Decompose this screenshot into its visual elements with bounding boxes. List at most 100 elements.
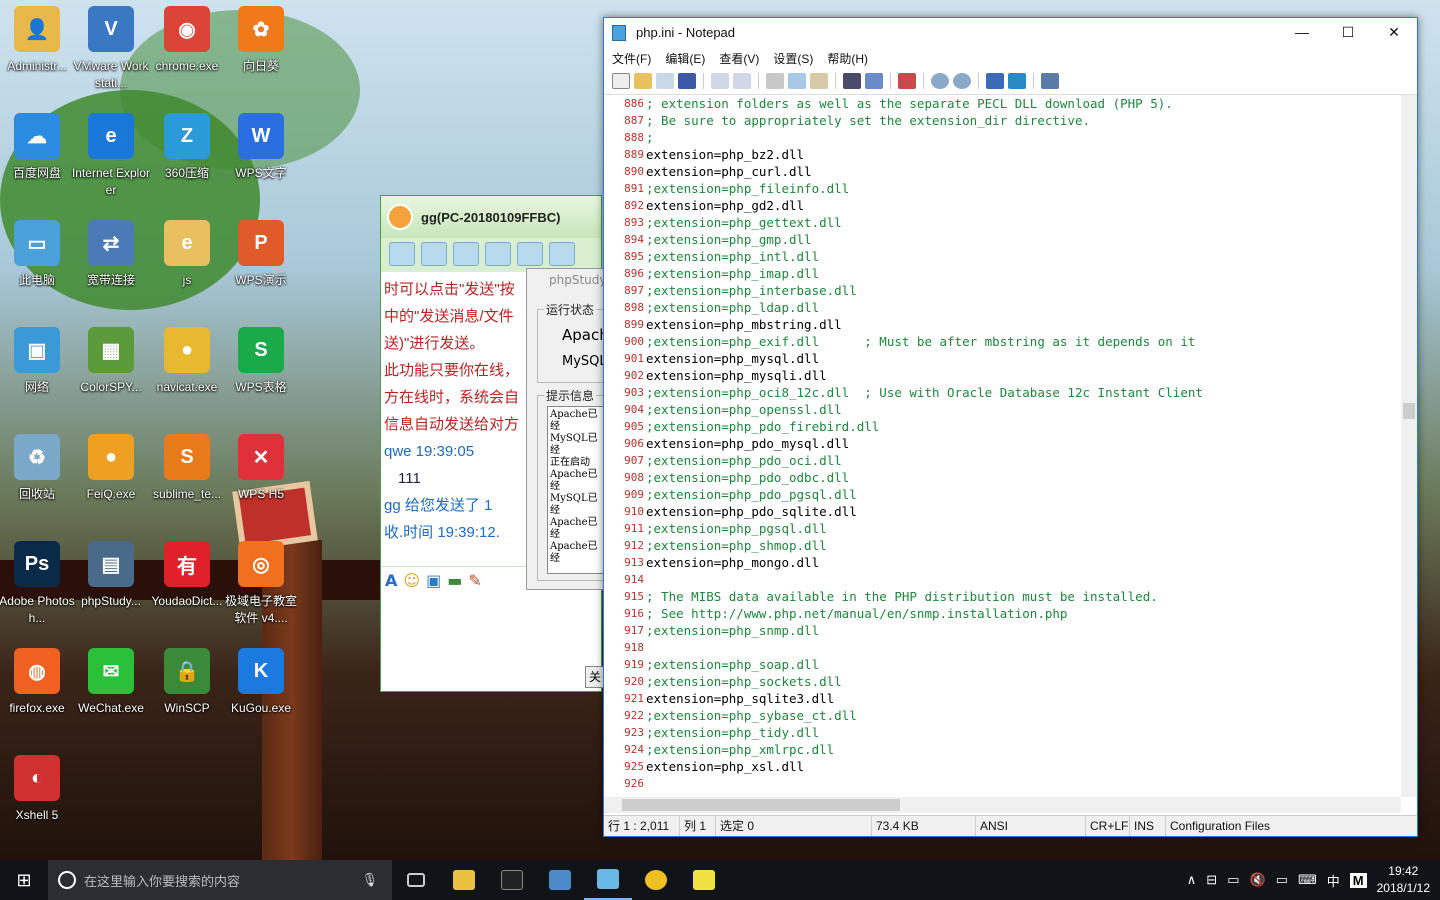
close-button[interactable]: ✕ [1371, 18, 1417, 47]
search-box[interactable]: 在这里输入你要搜索的内容 🎙 [48, 860, 392, 900]
app-icon: K [238, 648, 284, 694]
ime-mode-indicator[interactable]: M [1349, 872, 1367, 888]
send-folder-icon[interactable] [517, 242, 543, 266]
menu-item[interactable]: 查看(V) [719, 50, 759, 67]
phpstudy-taskbar-icon[interactable] [536, 860, 584, 900]
zoom-in-icon[interactable] [931, 73, 949, 89]
desktop-icon[interactable]: K KuGou.exe [224, 642, 298, 742]
replace-icon[interactable] [865, 73, 883, 89]
notepad-window[interactable]: php.ini - Notepad — ☐ ✕ 文件(F) 编辑(E) 查看(V) 设… [603, 17, 1418, 837]
desktop-icon[interactable]: ⇄ 宽带连接 [74, 214, 148, 314]
image-icon[interactable]: ▬ [447, 571, 462, 590]
send-file-icon[interactable] [485, 242, 511, 266]
vertical-scroll-thumb[interactable] [1403, 403, 1415, 419]
settings-icon[interactable] [1008, 73, 1026, 89]
save-icon[interactable] [678, 73, 696, 89]
remote-icon[interactable] [421, 242, 447, 266]
vertical-scrollbar[interactable] [1401, 95, 1417, 797]
display-icon[interactable]: ▭ [1276, 872, 1288, 888]
desktop-icon[interactable]: ☁ 百度网盘 [0, 107, 74, 207]
desktop-icon[interactable]: Z 360压缩 [150, 107, 224, 207]
desktop-icon[interactable]: Ps Adobe Photosh... [0, 535, 75, 635]
maximize-button[interactable]: ☐ [1325, 18, 1371, 47]
desktop-icon[interactable]: P WPS演示 [224, 214, 298, 314]
desktop-icon[interactable]: ▣ 网络 [0, 321, 74, 421]
line-text: ;extension=php_imap.dll [646, 266, 820, 281]
desktop-icon-label: 宽带连接 [86, 273, 135, 287]
keyboard-icon[interactable]: ⌨ [1298, 872, 1317, 888]
copy-icon[interactable] [788, 73, 806, 89]
emoji-icon[interactable]: ☺ [403, 571, 420, 590]
menu-item[interactable]: 设置(S) [773, 50, 813, 67]
desktop-icon[interactable]: e js [150, 214, 224, 314]
paste-icon[interactable] [810, 73, 828, 89]
new-file-icon[interactable] [612, 73, 630, 89]
desktop-icon[interactable]: ● FeiQ.exe [74, 428, 148, 528]
desktop-icon[interactable]: Ssublime_te... [150, 428, 224, 528]
open-folder-icon[interactable] [634, 73, 652, 89]
desktop-icon[interactable]: ● navicat.exe [150, 321, 224, 421]
phpstudy-window[interactable]: phpStudy 运行状态 Apach MySQL 提示信息 Apache已经 M… [526, 268, 609, 590]
network-icon[interactable]: ⊟ [1206, 872, 1217, 888]
goto-icon[interactable] [898, 73, 916, 89]
notepad-taskbar-icon[interactable] [584, 860, 632, 900]
minimize-button[interactable]: — [1279, 18, 1325, 47]
pin-icon[interactable] [1041, 73, 1059, 89]
find-icon[interactable] [843, 73, 861, 89]
screen-icon[interactable] [389, 242, 415, 266]
desktop-icon[interactable]: ◍ firefox.exe [0, 642, 74, 742]
desktop-icon[interactable]: ✉ WeChat.exe [74, 642, 148, 742]
desktop-icon[interactable]: 👤 Administr... [0, 0, 74, 100]
close-button[interactable]: 关 [585, 666, 605, 688]
desktop-icon[interactable]: S WPS表格 [224, 321, 298, 421]
desktop-icon[interactable]: 有 YoudaoDict... [150, 535, 224, 635]
desktop-icon[interactable]: 🔒 WinSCP [150, 642, 224, 742]
desktop-icon[interactable]: V VMware Workstati... [73, 0, 149, 100]
desktop-icon[interactable]: ▦ ColorSPY... [74, 321, 148, 421]
notes-taskbar-icon[interactable] [680, 860, 728, 900]
line-text: ;extension=php_pdo_firebird.dll [646, 419, 880, 434]
desktop-icon[interactable]: ◎ 极域电子教室软件 v4.... [224, 535, 298, 635]
desktop-icon[interactable]: ✿ 向日葵 [224, 0, 298, 100]
status-bar: 行 1 : 2,011 列 1 选定 0 73.4 KB ANSI CR+LF … [604, 815, 1417, 836]
horizontal-scroll-thumb[interactable] [622, 799, 900, 811]
chat-header[interactable]: gg(PC-20180109FFBC) [381, 196, 601, 238]
microphone-icon[interactable]: 🎙 [361, 872, 378, 888]
title-bar[interactable]: php.ini - Notepad — ☐ ✕ [604, 18, 1417, 47]
menu-item[interactable]: 文件(F) [612, 50, 651, 67]
desktop-icon[interactable]: ▤ phpStudy... [74, 535, 148, 635]
redo-icon[interactable] [733, 73, 751, 89]
desktop-icon[interactable]: ✕ WPS H5 [224, 428, 298, 528]
wordwrap-icon[interactable] [986, 73, 1004, 89]
windows-start-icon[interactable]: ⊞ [0, 860, 48, 900]
volume-muted-icon[interactable]: 🔇 [1250, 872, 1266, 888]
file-explorer-icon[interactable] [440, 860, 488, 900]
font-icon[interactable]: A [385, 571, 397, 590]
pen-icon[interactable]: ✎ [468, 571, 481, 590]
chevron-up-icon[interactable]: ∧ [1187, 872, 1197, 888]
ime-indicator[interactable]: 中 [1327, 871, 1340, 890]
zoom-out-icon[interactable] [953, 73, 971, 89]
cut-icon[interactable] [766, 73, 784, 89]
clock[interactable]: 19:42 2018/1/12 [1377, 863, 1430, 897]
desktop-icon[interactable]: ♻ 回收站 [0, 428, 74, 528]
desktop-icon[interactable]: ◐ Xshell 5 [0, 749, 74, 849]
menu-item[interactable]: 编辑(E) [665, 50, 705, 67]
task-view-icon[interactable] [392, 860, 440, 900]
open-icon[interactable] [656, 73, 674, 89]
desktop-icon[interactable]: W WPS文字 [224, 107, 298, 207]
screenshot-icon[interactable]: ▣ [426, 571, 441, 590]
desktop-icon[interactable]: e Internet Explorer [72, 107, 150, 207]
terminal-icon[interactable] [488, 860, 536, 900]
feiq-taskbar-icon[interactable] [632, 860, 680, 900]
microphone-icon[interactable] [453, 242, 479, 266]
horizontal-scrollbar[interactable] [604, 797, 1401, 813]
folder-icon[interactable] [549, 242, 575, 266]
line-number: 896 [624, 267, 644, 280]
text-editor[interactable]: 886; extension folders as well as the se… [604, 95, 1401, 797]
battery-icon[interactable]: ▭ [1227, 872, 1239, 888]
desktop-icon[interactable]: ▭ 此电脑 [0, 214, 74, 314]
desktop-icon[interactable]: ◉ chrome.exe [150, 0, 224, 100]
menu-item[interactable]: 帮助(H) [827, 50, 868, 67]
undo-icon[interactable] [711, 73, 729, 89]
